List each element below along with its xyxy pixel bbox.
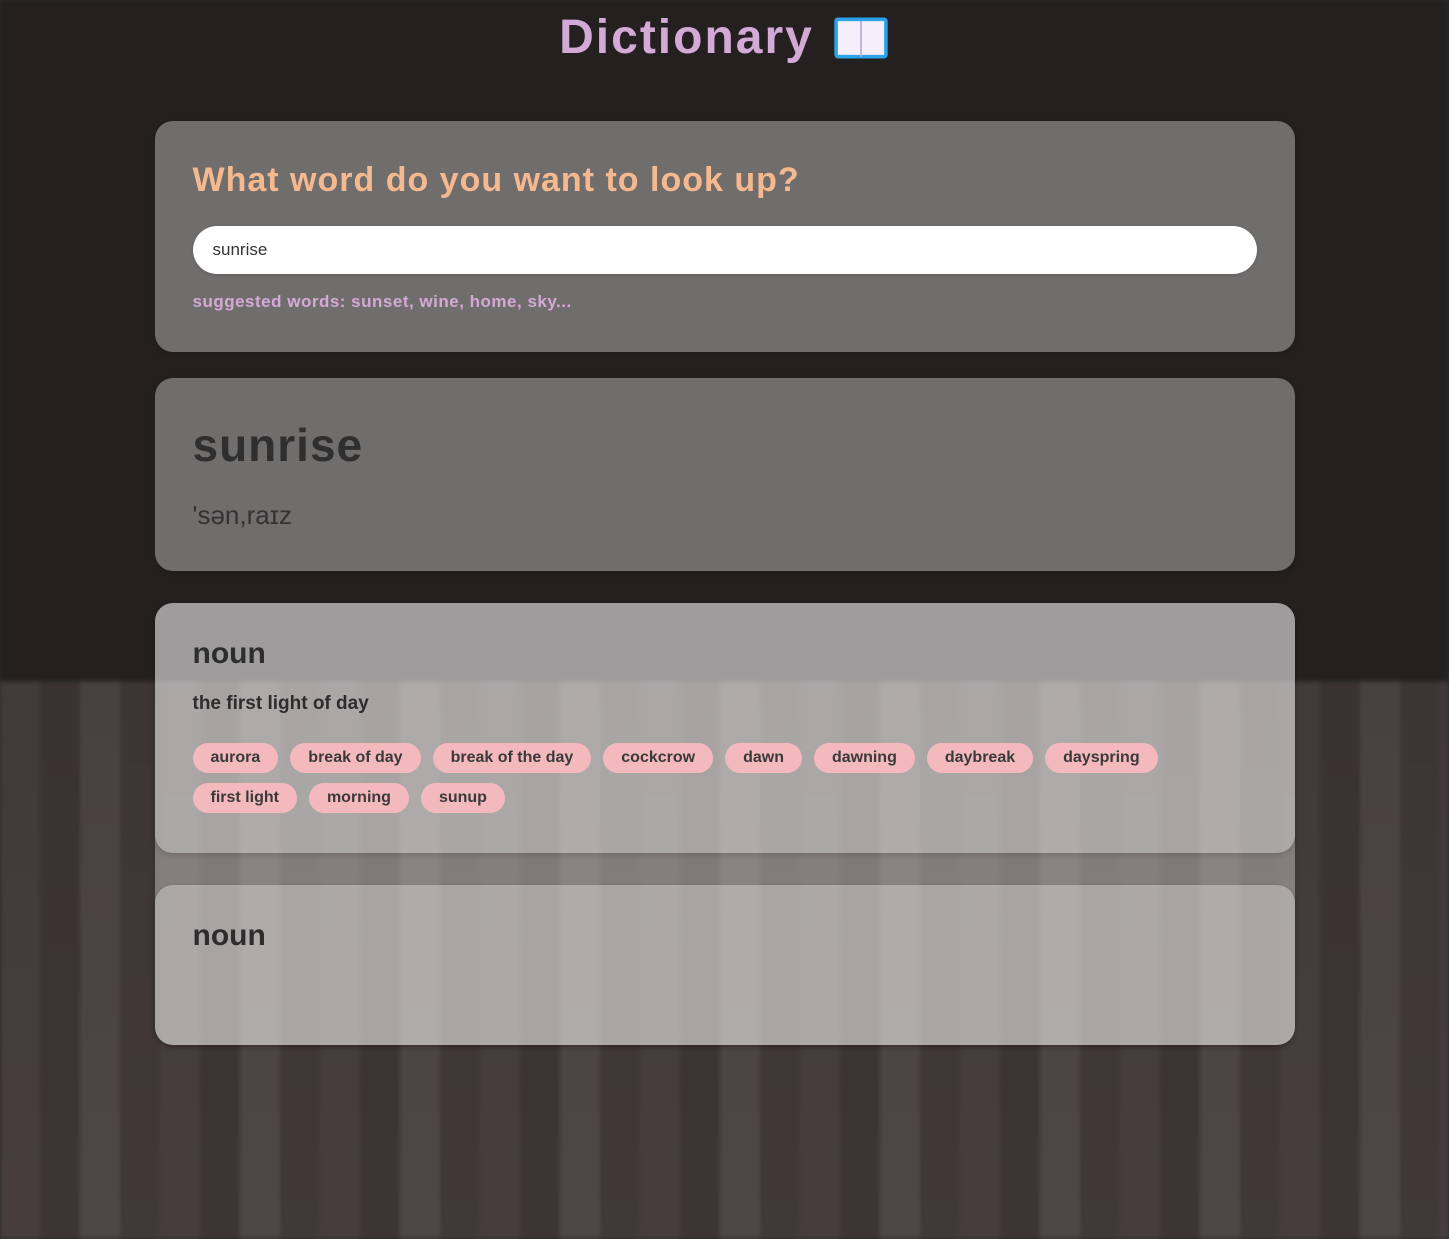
search-card: What word do you want to look up? sugges… [155,121,1295,352]
search-prompt: What word do you want to look up? [193,161,1257,200]
synonym-chip[interactable]: dayspring [1045,743,1157,773]
search-input[interactable] [193,226,1257,274]
synonym-chip[interactable]: sunup [421,783,505,813]
definitions-card: noun the first light of day aurora break… [155,603,1295,1045]
book-icon [832,14,890,62]
synonym-chip[interactable]: break of the day [433,743,592,773]
word-card: sunrise 'sən,raɪz [155,378,1295,571]
definition-block: noun [155,885,1295,1045]
synonym-chip[interactable]: morning [309,783,409,813]
result-word: sunrise [193,418,1257,472]
synonym-chip[interactable]: first light [193,783,297,813]
definition-block: noun the first light of day aurora break… [155,603,1295,853]
synonym-chip[interactable]: break of day [290,743,420,773]
synonym-chip[interactable]: daybreak [927,743,1033,773]
synonym-chip[interactable]: cockcrow [603,743,713,773]
part-of-speech: noun [193,919,1257,953]
page-title: Dictionary [155,0,1295,95]
result-phonetic: 'sən,raɪz [193,500,1257,531]
synonym-chip[interactable]: dawn [725,743,802,773]
synonym-list: aurora break of day break of the day coc… [193,743,1257,813]
title-text: Dictionary [559,10,814,65]
synonym-chip[interactable]: dawning [814,743,915,773]
synonym-chip[interactable]: aurora [193,743,279,773]
part-of-speech: noun [193,637,1257,671]
definition-text: the first light of day [193,693,1257,715]
suggested-words: suggested words: sunset, wine, home, sky… [193,292,1257,312]
